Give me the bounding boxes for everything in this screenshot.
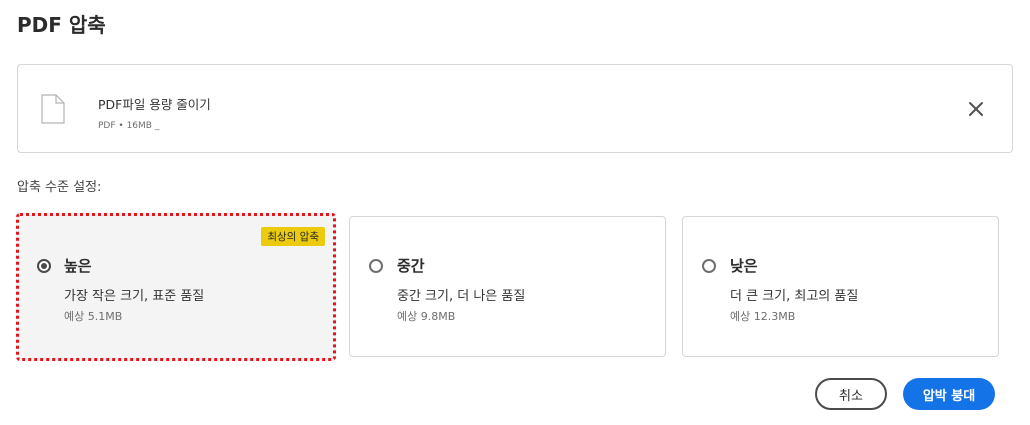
option-low-size: 예상 12.3MB	[730, 310, 796, 323]
option-medium-title: 중간	[397, 257, 425, 275]
option-low-title: 낮은	[730, 257, 758, 275]
dialog-title: PDF 압축	[17, 13, 106, 37]
option-medium-size: 예상 9.8MB	[397, 310, 456, 323]
option-high-size: 예상 5.1MB	[64, 310, 123, 323]
compress-pdf-dialog: PDF 압축 PDF파일 용량 줄이기 PDF • 16MB _ 압축 수준 설…	[0, 0, 1030, 425]
document-icon	[41, 94, 65, 124]
option-high[interactable]: 최상의 압축 높은 가장 작은 크기, 표준 품질 예상 5.1MB	[16, 213, 336, 361]
option-high-title: 높은	[64, 257, 92, 275]
compression-level-label: 압축 수준 설정:	[17, 180, 102, 195]
option-medium-description: 중간 크기, 더 나은 품질	[397, 289, 526, 304]
cancel-button[interactable]: 취소	[815, 378, 887, 410]
radio-high[interactable]	[37, 259, 51, 273]
option-medium[interactable]: 중간 중간 크기, 더 나은 품질 예상 9.8MB	[349, 216, 666, 357]
radio-low[interactable]	[702, 259, 716, 273]
option-low-description: 더 큰 크기, 최고의 품질	[730, 289, 859, 304]
radio-medium[interactable]	[369, 259, 383, 273]
close-icon[interactable]	[966, 99, 986, 119]
option-high-description: 가장 작은 크기, 표준 품질	[64, 289, 205, 304]
file-meta: PDF • 16MB _	[98, 121, 160, 131]
compress-button[interactable]: 압박 붕대	[903, 378, 995, 410]
file-name: PDF파일 용량 줄이기	[98, 97, 211, 112]
best-compression-badge: 최상의 압축	[261, 227, 325, 246]
option-low[interactable]: 낮은 더 큰 크기, 최고의 품질 예상 12.3MB	[682, 216, 999, 357]
file-card: PDF파일 용량 줄이기 PDF • 16MB _	[17, 64, 1013, 153]
